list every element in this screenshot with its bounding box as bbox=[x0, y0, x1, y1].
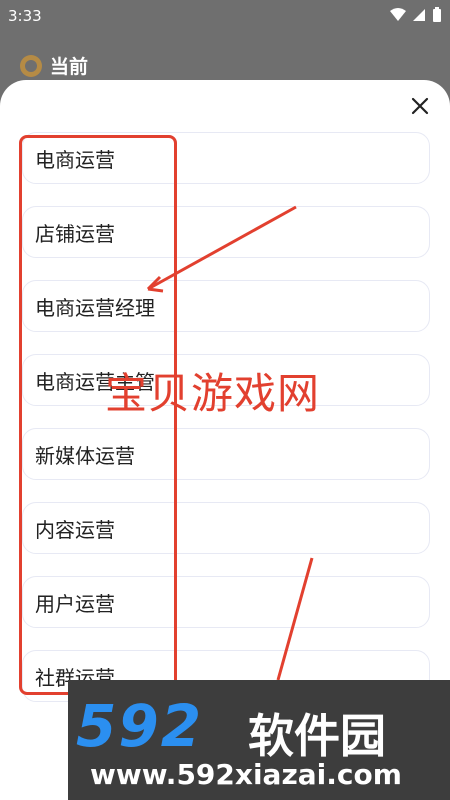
watermark-banner-bg: 592 软件园 www.592xiazai.com bbox=[68, 680, 450, 800]
signal-icon bbox=[413, 9, 425, 21]
brand-url: www.592xiazai.com bbox=[90, 758, 402, 791]
status-icons bbox=[390, 7, 442, 23]
battery-icon bbox=[433, 7, 441, 22]
clock-icon bbox=[20, 54, 42, 77]
close-icon[interactable] bbox=[408, 94, 432, 118]
status-time: 3:33 bbox=[8, 7, 42, 25]
status-bar: 3:33 bbox=[0, 0, 450, 32]
watermark-overlay-text: 宝贝游戏网 bbox=[105, 369, 321, 418]
wifi-icon bbox=[390, 8, 406, 21]
background-title: 当前 bbox=[50, 56, 89, 78]
brand-name: 软件园 bbox=[248, 709, 386, 763]
watermark-banner: 592 软件园 www.592xiazai.com bbox=[68, 680, 450, 800]
brand-number: 592 bbox=[76, 692, 204, 760]
background-header: 当前 bbox=[20, 52, 88, 79]
